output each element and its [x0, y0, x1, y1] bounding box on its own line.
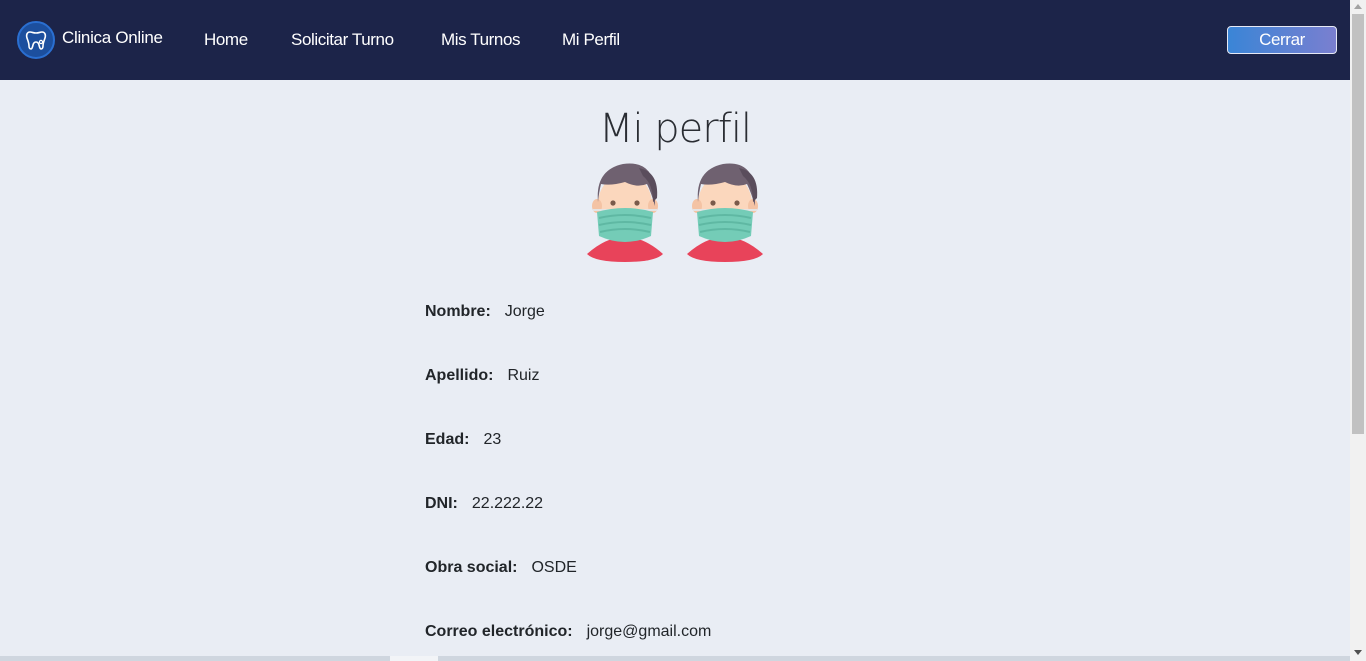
- field-value: 23: [483, 431, 502, 448]
- nav-mis-turnos[interactable]: Mis Turnos: [441, 30, 521, 50]
- brand-name[interactable]: Clinica Online: [62, 28, 163, 48]
- field-label: Correo electrónico:: [425, 623, 573, 640]
- navbar: Clinica Online Home Solicitar Turno Mis …: [0, 0, 1350, 80]
- field-label: Obra social:: [425, 559, 518, 576]
- nav-home[interactable]: Home: [204, 30, 248, 50]
- field-value: OSDE: [531, 559, 577, 576]
- footer-strip: [0, 656, 1350, 661]
- field-label: Nombre:: [425, 303, 491, 320]
- field-label: DNI:: [425, 495, 458, 512]
- footer-strip-highlight: [390, 656, 438, 661]
- profile-row-edad: Edad: 23: [425, 431, 501, 449]
- profile-row-apellido: Apellido: Ruiz: [425, 367, 539, 385]
- scroll-down-arrow-icon[interactable]: [1354, 650, 1362, 655]
- field-value: Ruiz: [507, 367, 540, 384]
- field-value: Jorge: [504, 303, 545, 320]
- scrollbar-thumb[interactable]: [1352, 14, 1364, 434]
- profile-row-nombre: Nombre: Jorge: [425, 303, 545, 321]
- field-label: Edad:: [425, 431, 470, 448]
- scroll-up-arrow-icon[interactable]: [1354, 4, 1362, 9]
- masked-man-avatar-icon: [585, 158, 665, 262]
- field-label: Apellido:: [425, 367, 494, 384]
- masked-man-avatar-icon: [685, 158, 765, 262]
- logout-button[interactable]: Cerrar: [1227, 26, 1337, 54]
- tooth-stethoscope-logo-icon[interactable]: [17, 21, 55, 59]
- page-title: Mi perfil: [598, 106, 752, 152]
- nav-mi-perfil[interactable]: Mi Perfil: [562, 30, 620, 50]
- nav-solicitar-turno[interactable]: Solicitar Turno: [291, 30, 394, 50]
- profile-row-correo: Correo electrónico: jorge@gmail.com: [425, 623, 711, 641]
- field-value: 22.222.22: [471, 495, 544, 512]
- profile-row-obra-social: Obra social: OSDE: [425, 559, 577, 577]
- profile-row-dni: DNI: 22.222.22: [425, 495, 543, 513]
- field-value: jorge@gmail.com: [586, 623, 712, 640]
